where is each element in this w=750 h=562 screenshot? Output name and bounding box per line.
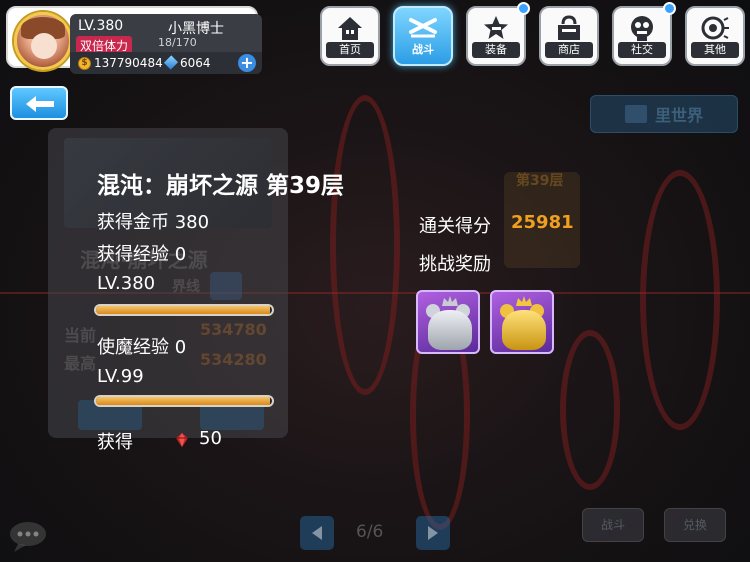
familiar-exp-label: 使魔经验: [97, 337, 169, 358]
nav-equipment-label: 装备: [472, 42, 520, 58]
faded-current-value: 534780: [200, 320, 267, 339]
nav-battle-label: 战斗: [412, 43, 434, 56]
nav-home-label: 首页: [326, 42, 374, 58]
triangle-right-icon: [428, 526, 438, 540]
familiar-level: LV.99: [97, 366, 144, 387]
nav-shop[interactable]: 商店: [539, 6, 599, 66]
back-button[interactable]: [10, 86, 68, 120]
clear-score-label: 通关得分: [419, 216, 491, 237]
familiar-exp-value: 0: [174, 337, 187, 358]
obtain-label: 获得: [97, 432, 133, 453]
clear-score-value: 25981: [511, 212, 574, 233]
floor-badge-label: 第39层: [516, 173, 564, 189]
familiar-exp-row: 使魔经验 0: [97, 333, 186, 359]
diamond-icon: [163, 55, 179, 70]
triangle-left-icon: [312, 526, 322, 540]
player-name: 小黑博士: [168, 21, 224, 37]
house-icon: [334, 12, 366, 44]
player-exp-bar: [94, 304, 274, 316]
exp-row: 获得经验 0: [97, 240, 186, 266]
nav-social[interactable]: 社交: [612, 2, 676, 66]
nav-shop-label: 商店: [545, 42, 593, 58]
gold-row: 获得金币 380: [97, 208, 209, 234]
notification-dot: [663, 2, 676, 15]
faded-best-label: 最高: [64, 354, 97, 373]
mascot-icon: [626, 12, 658, 44]
familiar-exp-bar-fill: [96, 397, 271, 405]
page-indicator: 6/6: [356, 522, 384, 542]
red-crystal-icon: [176, 433, 188, 447]
faded-bottom-button-1: 战斗: [582, 508, 644, 542]
exp-label: 获得经验: [97, 244, 169, 265]
reward-item-gold-bear[interactable]: [490, 290, 554, 354]
familiar-exp-bar: [94, 395, 274, 407]
obtain-value: 50: [199, 428, 222, 449]
challenge-reward-label: 挑战奖励: [419, 254, 491, 275]
faded-best-value: 534280: [200, 350, 267, 369]
nav-other[interactable]: 其他: [685, 6, 745, 66]
faded-bottom-button-2: 兑换: [664, 508, 726, 542]
back-arrow-icon: [26, 96, 54, 112]
ura-world-label: 里世界: [654, 106, 703, 125]
background-ring: [640, 170, 720, 430]
battle-icon: [407, 12, 439, 44]
faded-current-label: 当前: [64, 326, 97, 345]
exp-value: 0: [174, 244, 187, 265]
nav-equipment[interactable]: 装备: [466, 2, 530, 66]
coin-icon: $: [78, 57, 91, 70]
stage-title: 混沌：崩坏之源 第39层: [97, 173, 345, 199]
faded-boundary-label: 界线: [172, 279, 200, 295]
speaker-icon: [699, 12, 731, 44]
shop-icon: [553, 12, 585, 44]
nav-battle[interactable]: 战斗: [393, 6, 453, 66]
reward-item-silver-bear[interactable]: [416, 290, 480, 354]
gem-count: 6064: [180, 56, 211, 70]
gold-label: 获得金币: [97, 212, 169, 233]
player-profile-panel[interactable]: LV.380 小黑博士 双倍体力 18/170 $ 137790484 6064…: [6, 6, 262, 74]
player-level-result: LV.380: [97, 273, 156, 294]
prev-page-button: [300, 516, 334, 550]
player-level: LV.380: [78, 18, 124, 34]
next-page-button: [416, 516, 450, 550]
background-ring: [330, 95, 400, 395]
stamina-value: 18/170: [158, 36, 197, 49]
nav-other-label: 其他: [691, 42, 739, 58]
notification-dot: [517, 2, 530, 15]
nav-home[interactable]: 首页: [320, 6, 380, 66]
avatar[interactable]: [14, 12, 72, 70]
background-ring: [560, 330, 620, 490]
castle-icon: [624, 105, 647, 123]
star-gun-icon: [480, 12, 512, 44]
add-currency-button[interactable]: +: [238, 54, 256, 72]
currency-row: $ 137790484 6064 +: [70, 52, 262, 74]
nav-social-label: 社交: [618, 42, 666, 58]
coin-count: 137790484: [94, 56, 163, 70]
gold-value: 380: [174, 212, 210, 233]
faded-help-button: [210, 272, 242, 300]
ura-world-button: 里世界: [590, 95, 738, 133]
player-exp-bar-fill: [96, 306, 271, 314]
chat-bubble-icon: [6, 518, 50, 554]
